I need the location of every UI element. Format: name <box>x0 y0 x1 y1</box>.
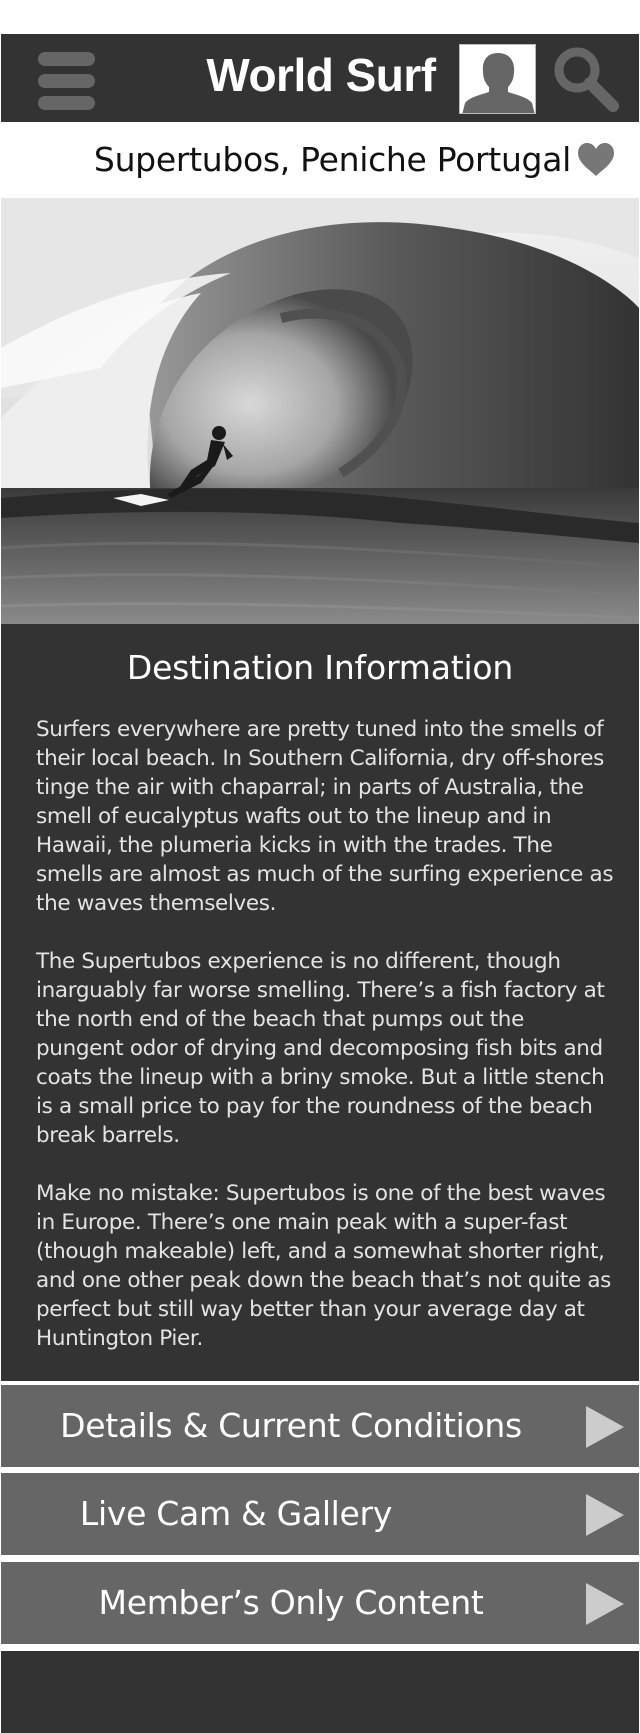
top-bar: World Surf <box>1 34 639 122</box>
live-cam-gallery-label: Live Cam & Gallery <box>79 1494 393 1533</box>
surfer-in-barrel-wave-photo <box>1 198 639 624</box>
location-title: Supertubos, Peniche Portugal <box>93 140 571 179</box>
heart-icon[interactable] <box>576 142 616 178</box>
play-arrow-icon <box>586 1494 624 1536</box>
location-bar: Supertubos, Peniche Portugal <box>1 122 639 198</box>
live-cam-gallery-button[interactable]: Live Cam & Gallery <box>1 1473 639 1555</box>
destination-info-panel: Destination Information Surfers everywhe… <box>1 624 639 1381</box>
app-screen: World Surf Supertubos, Peniche Portugal <box>1 34 639 1733</box>
play-arrow-icon <box>586 1406 624 1448</box>
search-icon[interactable] <box>552 45 620 113</box>
footer-bar <box>1 1651 639 1733</box>
details-conditions-button[interactable]: Details & Current Conditions <box>1 1385 639 1467</box>
members-only-label: Member’s Only Content <box>98 1583 484 1622</box>
hamburger-menu-icon[interactable] <box>38 52 95 110</box>
details-conditions-label: Details & Current Conditions <box>60 1406 522 1445</box>
info-paragraph: Make no mistake: Supertubos is one of th… <box>36 1181 612 1351</box>
destination-info-text: Surfers everywhere are pretty tuned into… <box>36 715 616 1382</box>
user-avatar-icon[interactable] <box>459 44 536 114</box>
members-only-button[interactable]: Member’s Only Content <box>1 1562 639 1644</box>
app-title: World Surf <box>206 49 436 101</box>
info-paragraph: Surfers everywhere are pretty tuned into… <box>36 717 614 916</box>
destination-info-title: Destination Information <box>126 648 514 687</box>
play-arrow-icon <box>586 1583 624 1625</box>
info-paragraph: The Supertubos experience is no differen… <box>36 949 605 1148</box>
